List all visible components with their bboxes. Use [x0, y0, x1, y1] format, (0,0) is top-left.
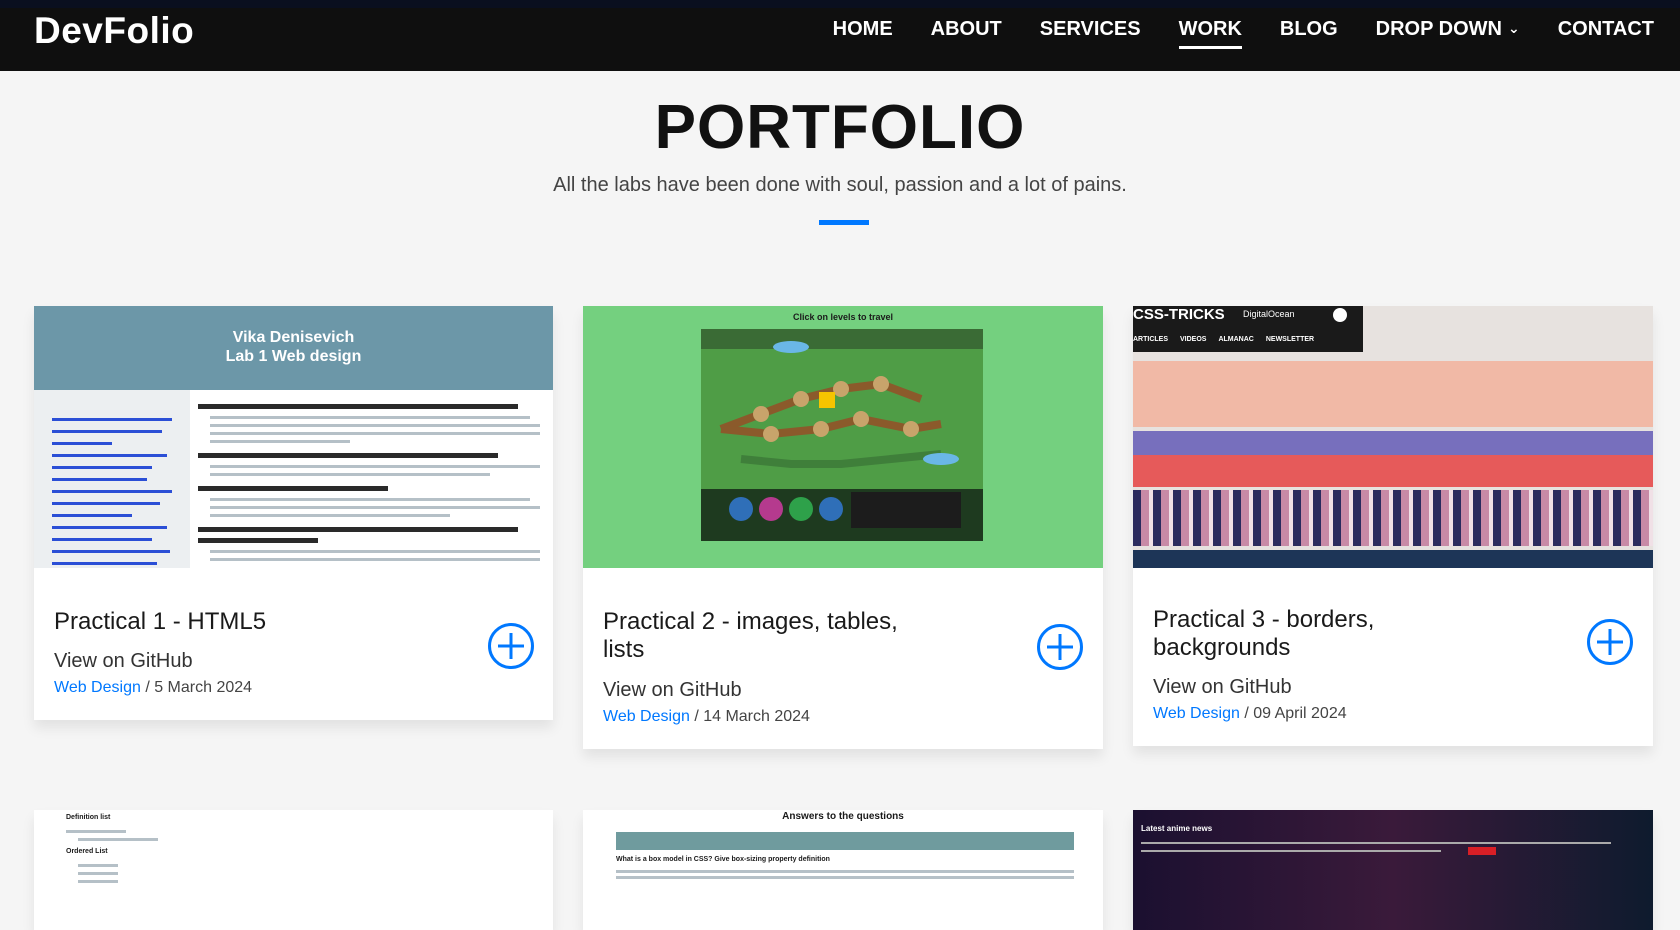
github-link[interactable]: View on GitHub — [603, 679, 742, 702]
thumb-title-1: Vika Denisevich — [232, 329, 355, 346]
card-thumbnail[interactable]: CSS-TRICKS DigitalOcean ARTICLES VIDEOS AL… — [1133, 306, 1653, 568]
card-title[interactable]: Practical 1 - HTML5 — [54, 608, 266, 636]
portfolio-card-4[interactable]: Definition list Ordered List — [34, 810, 553, 930]
portfolio-card-1: Vika Denisevich Lab 1 Web design Practic… — [34, 306, 553, 720]
thumb-header: Vika Denisevich Lab 1 Web design — [34, 306, 553, 390]
card-thumbnail[interactable]: Click on levels to travel — [583, 306, 1103, 568]
title-underline — [819, 220, 869, 225]
expand-plus-icon[interactable] — [488, 623, 534, 669]
card-meta: Web Design / 14 March 2024 — [603, 708, 810, 726]
expand-plus-icon[interactable] — [1037, 624, 1083, 670]
category-link[interactable]: Web Design — [1153, 705, 1240, 722]
portfolio-card-3: CSS-TRICKS DigitalOcean ARTICLES VIDEOS AL… — [1133, 306, 1653, 746]
thumb-heading: Answers to the questions — [782, 811, 904, 822]
thumb-caption: Click on levels to travel — [792, 312, 894, 322]
portfolio-card-6[interactable]: Latest anime news — [1133, 810, 1653, 930]
brand-logo[interactable]: DevFolio — [34, 10, 194, 52]
thumb-question: What is a box model in CSS? Give box-siz… — [616, 856, 830, 863]
nav-about[interactable]: ABOUT — [931, 18, 1002, 47]
nav-dropdown[interactable]: DROP DOWN ⌄ — [1376, 18, 1520, 47]
card-thumbnail[interactable]: Vika Denisevich Lab 1 Web design — [34, 306, 553, 568]
game-map-icon — [701, 329, 983, 541]
nav-blog[interactable]: BLOG — [1280, 18, 1338, 47]
thumb-sidebar — [34, 390, 190, 568]
card-date: / 5 March 2024 — [145, 679, 253, 696]
card-title[interactable]: Practical 2 - images, tables, lists — [603, 608, 933, 665]
card-title[interactable]: Practical 3 - borders, backgrounds — [1153, 606, 1483, 663]
category-link[interactable]: Web Design — [603, 708, 690, 725]
game-map-image — [701, 329, 983, 541]
thumb-title-2: Lab 1 Web design — [225, 348, 362, 365]
thumb-heading: Definition list — [66, 814, 111, 821]
expand-plus-icon[interactable] — [1587, 619, 1633, 665]
github-link[interactable]: View on GitHub — [1153, 676, 1292, 699]
thumb-heading-2: Ordered List — [66, 848, 108, 855]
nav-home[interactable]: HOME — [833, 18, 893, 47]
navbar: DevFolio HOME ABOUT SERVICES WORK BLOG D… — [0, 0, 1680, 71]
thumb-content — [190, 390, 553, 568]
nav-dropdown-label: DROP DOWN — [1375, 18, 1502, 40]
main-nav: HOME ABOUT SERVICES WORK BLOG DROP DOWN ⌄… — [833, 18, 1654, 49]
chevron-down-icon: ⌄ — [1507, 20, 1520, 36]
page-subtitle: All the labs have been done with soul, p… — [553, 174, 1127, 196]
portfolio-card-5[interactable]: Answers to the questions What is a box m… — [583, 810, 1103, 930]
thumb-nav: ARTICLES VIDEOS ALMANAC NEWSLETTER — [1133, 336, 1315, 343]
nav-work[interactable]: WORK — [1178, 18, 1243, 49]
nav-services[interactable]: SERVICES — [1040, 18, 1141, 47]
thumb-sponsor: DigitalOcean — [1243, 309, 1295, 319]
portfolio-card-2: Click on levels to travel Practical 2 - … — [583, 306, 1103, 749]
card-meta: Web Design / 5 March 2024 — [54, 679, 252, 697]
page-title: PORTFOLIO — [654, 93, 1026, 162]
thumb-heading: Latest anime news — [1141, 824, 1213, 833]
thumb-brand: CSS-TRICKS — [1133, 306, 1225, 323]
card-date: / 09 April 2024 — [1244, 705, 1347, 722]
github-link[interactable]: View on GitHub — [54, 650, 193, 673]
category-link[interactable]: Web Design — [54, 679, 141, 696]
card-date: / 14 March 2024 — [694, 708, 810, 725]
nav-contact[interactable]: CONTACT — [1558, 18, 1654, 47]
search-icon — [1333, 308, 1347, 322]
card-meta: Web Design / 09 April 2024 — [1153, 705, 1347, 723]
thumb-topbar: CSS-TRICKS DigitalOcean ARTICLES VIDEOS AL… — [1133, 306, 1363, 352]
